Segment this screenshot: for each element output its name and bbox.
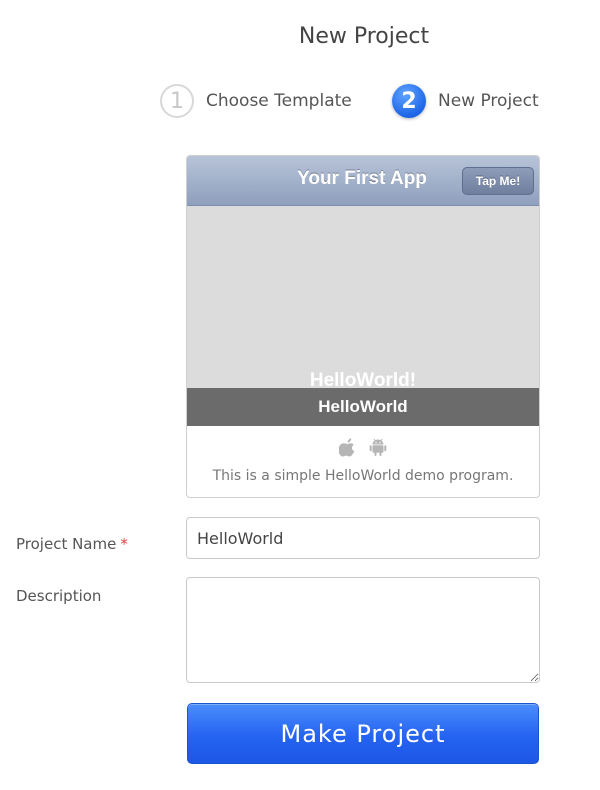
wizard-steps: 1 Choose Template 2 New Project bbox=[160, 84, 560, 118]
step-number-2: 2 bbox=[392, 84, 426, 118]
apple-icon bbox=[338, 436, 358, 458]
step-label-new-project: New Project bbox=[438, 91, 539, 111]
template-card: Your First App Tap Me! HelloWorld! Hello… bbox=[186, 155, 540, 498]
description-textarea[interactable] bbox=[186, 577, 540, 683]
preview-navbar-title: Your First App bbox=[297, 168, 427, 189]
preview-navbar: Your First App Tap Me! bbox=[187, 156, 539, 206]
page-title: New Project bbox=[298, 24, 430, 49]
project-name-label: Project Name * bbox=[16, 535, 128, 553]
description-label: Description bbox=[16, 587, 102, 605]
required-mark: * bbox=[120, 535, 128, 553]
project-name-label-text: Project Name bbox=[16, 535, 117, 553]
android-icon bbox=[368, 436, 388, 458]
preview-body: HelloWorld! bbox=[187, 206, 539, 388]
step-label-choose-template: Choose Template bbox=[206, 91, 352, 111]
preview-body-text: HelloWorld! bbox=[309, 370, 417, 388]
template-description: This is a simple HelloWorld demo program… bbox=[212, 468, 514, 484]
project-name-input[interactable] bbox=[186, 517, 540, 559]
step-choose-template[interactable]: 1 Choose Template bbox=[160, 84, 352, 118]
step-new-project: 2 New Project bbox=[392, 84, 539, 118]
template-name: HelloWorld bbox=[187, 388, 539, 426]
platform-icons bbox=[187, 436, 539, 458]
make-project-button[interactable]: Make Project bbox=[187, 703, 539, 764]
preview-tap-me-button: Tap Me! bbox=[462, 167, 534, 195]
step-number-1: 1 bbox=[160, 84, 194, 118]
